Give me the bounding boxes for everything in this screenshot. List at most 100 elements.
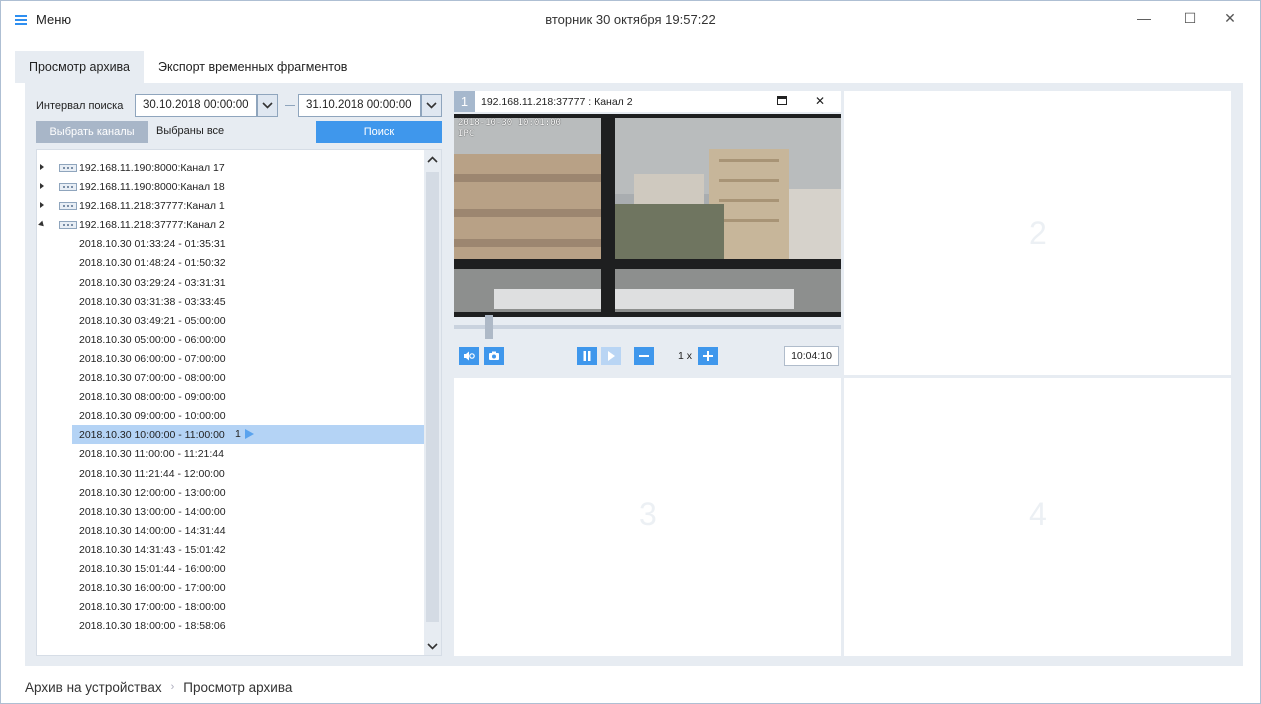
speaker-mute-icon [464, 351, 475, 361]
snapshot-button[interactable] [484, 347, 504, 365]
playback-timeline[interactable] [454, 315, 841, 339]
channel-label: 192.168.11.190:8000:Канал 18 [79, 181, 225, 194]
record-label: 2018.10.30 18:00:00 - 18:58:06 [79, 620, 226, 633]
scroll-up-button[interactable] [426, 152, 439, 166]
pause-button[interactable] [577, 347, 597, 365]
video-cell-1[interactable]: 1 192.168.11.218:37777 : Канал 2 ✕ 2018-… [454, 91, 841, 375]
clock-text: вторник 30 октября 19:57:22 [545, 12, 716, 27]
maximize-camera-icon[interactable] [777, 96, 787, 105]
record-label: 2018.10.30 14:31:43 - 15:01:42 [79, 543, 226, 556]
tree-record[interactable]: 2018.10.30 11:00:00 - 11:21:44 [37, 444, 425, 463]
tree-record[interactable]: 2018.10.30 03:31:38 - 03:33:45 [37, 292, 425, 311]
record-label: 2018.10.30 11:21:44 - 12:00:00 [79, 467, 225, 480]
playback-controls: 1 x 10:04:10 [454, 341, 841, 371]
tab-export-fragments[interactable]: Экспорт временных фрагментов [144, 51, 361, 83]
tree-record[interactable]: 2018.10.30 06:00:00 - 07:00:00 [37, 349, 425, 368]
playing-marker: 1 [235, 428, 254, 440]
cell-number: 2 [1029, 215, 1047, 251]
archive-tree: 192.168.11.190:8000:Канал 17 192.168.11.1… [36, 149, 442, 656]
search-button[interactable]: Поиск [316, 121, 442, 143]
date-from-field[interactable]: 30.10.2018 00:00:00 [135, 94, 257, 117]
minus-icon [639, 355, 649, 357]
select-channels-button[interactable]: Выбрать каналы [36, 121, 148, 143]
channel-icon [59, 183, 77, 192]
tab-content: Интервал поиска 30.10.2018 00:00:00 31.1… [25, 83, 1243, 666]
tree-record[interactable]: 2018.10.30 16:00:00 - 17:00:00 [37, 578, 425, 597]
tree-channel[interactable]: 192.168.11.218:37777:Канал 2 [37, 215, 425, 234]
expand-arrow-icon[interactable] [40, 183, 44, 190]
tree-record[interactable]: 2018.10.30 17:00:00 - 18:00:00 [37, 597, 425, 616]
video-cell-3[interactable]: 3 [454, 378, 841, 656]
chevron-down-icon [426, 102, 437, 109]
plus-icon [703, 351, 713, 361]
tree-record[interactable]: 2018.10.30 01:48:24 - 01:50:32 [37, 253, 425, 272]
channels-row: Выбрать каналы Выбраны все Поиск [36, 121, 442, 143]
tree-rows: 192.168.11.190:8000:Канал 17 192.168.11.1… [37, 158, 425, 635]
date-to-field[interactable]: 31.10.2018 00:00:00 [298, 94, 421, 117]
tree-channel[interactable]: 192.168.11.218:37777:Канал 1 [37, 196, 425, 215]
record-label: 2018.10.30 15:01:44 - 16:00:00 [79, 562, 226, 575]
minimize-button[interactable]: — [1126, 7, 1162, 29]
record-label: 2018.10.30 03:49:21 - 05:00:00 [79, 314, 226, 327]
selected-channels-label: Выбраны все [156, 125, 225, 137]
tree-record[interactable]: 2018.10.30 12:00:00 - 13:00:00 [37, 483, 425, 502]
tree-channel[interactable]: 192.168.11.190:8000:Канал 18 [37, 177, 425, 196]
mute-button[interactable] [459, 347, 479, 365]
tree-record[interactable]: 2018.10.30 11:21:44 - 12:00:00 [37, 464, 425, 483]
close-camera-icon[interactable]: ✕ [815, 94, 825, 108]
tree-record[interactable]: 2018.10.30 15:01:44 - 16:00:00 [37, 559, 425, 578]
range-dash [285, 105, 295, 106]
menu-label: Меню [36, 12, 72, 27]
expand-arrow-icon[interactable] [40, 164, 44, 170]
tree-record[interactable]: 2018.10.30 14:31:43 - 15:01:42 [37, 540, 425, 559]
playback-time[interactable]: 10:04:10 [784, 346, 839, 366]
tab-archive-view[interactable]: Просмотр архива [15, 51, 145, 83]
scroll-thumb[interactable] [426, 172, 439, 622]
play-button[interactable] [601, 347, 621, 365]
hamburger-icon [15, 14, 27, 25]
osd-timestamp: 2018-10-30 10:01:00 [458, 118, 561, 128]
date-to-dropdown[interactable] [421, 94, 442, 117]
tree-record[interactable]: 2018.10.30 08:00:00 - 09:00:00 [37, 387, 425, 406]
tree-record-selected[interactable]: 2018.10.30 10:00:00 - 11:00:00 1 [72, 425, 425, 445]
tree-record[interactable]: 2018.10.30 05:00:00 - 06:00:00 [37, 330, 425, 349]
breadcrumb-device-archive[interactable]: Архив на устройствах [25, 680, 162, 695]
tree-record[interactable]: 2018.10.30 03:29:24 - 03:31:31 [37, 273, 425, 292]
close-window-button[interactable]: ✕ [1212, 7, 1248, 29]
play-triangle-icon [244, 429, 254, 440]
record-label: 2018.10.30 01:48:24 - 01:50:32 [79, 257, 226, 270]
menu-button[interactable]: Меню [15, 12, 71, 27]
tree-record[interactable]: 2018.10.30 14:00:00 - 14:31:44 [37, 521, 425, 540]
chevron-down-icon [427, 642, 438, 650]
tree-record[interactable]: 2018.10.30 18:00:00 - 18:58:06 [37, 616, 425, 635]
date-from-dropdown[interactable] [257, 94, 278, 117]
cell-number: 3 [639, 496, 657, 532]
video-cell-2[interactable]: 2 [844, 91, 1231, 375]
tree-record[interactable]: 2018.10.30 01:33:24 - 01:35:31 [37, 234, 425, 253]
record-label: 2018.10.30 05:00:00 - 06:00:00 [79, 333, 226, 346]
camera-header: 1 192.168.11.218:37777 : Канал 2 ✕ [454, 91, 841, 112]
collapse-arrow-icon[interactable] [38, 220, 46, 229]
scroll-down-button[interactable] [426, 639, 439, 653]
tree-record[interactable]: 2018.10.30 09:00:00 - 10:00:00 [37, 406, 425, 425]
interval-label: Интервал поиска [36, 100, 124, 112]
channel-label: 192.168.11.218:37777:Канал 1 [79, 200, 225, 213]
speed-down-button[interactable] [634, 347, 654, 365]
tree-record[interactable]: 2018.10.30 07:00:00 - 08:00:00 [37, 368, 425, 387]
timeline-handle[interactable] [485, 315, 493, 339]
channel-label: 192.168.11.218:37777:Канал 2 [79, 219, 225, 232]
tree-channel[interactable]: 192.168.11.190:8000:Канал 17 [37, 158, 425, 177]
video-frame[interactable]: 2018-10-30 10:01:00 IPC [454, 114, 841, 317]
maximize-button[interactable]: ☐ [1172, 7, 1208, 29]
video-cell-4[interactable]: 4 [844, 378, 1231, 656]
play-icon [608, 351, 615, 361]
tree-scrollbar[interactable] [424, 150, 441, 655]
cell-number: 4 [1029, 496, 1047, 532]
expand-arrow-icon[interactable] [40, 202, 44, 209]
speed-up-button[interactable] [698, 347, 718, 365]
tree-record[interactable]: 2018.10.30 03:49:21 - 05:00:00 [37, 311, 425, 330]
record-label: 2018.10.30 11:00:00 - 11:21:44 [79, 448, 224, 461]
channel-icon [59, 164, 77, 172]
tree-record[interactable]: 2018.10.30 13:00:00 - 14:00:00 [37, 502, 425, 521]
record-label: 2018.10.30 09:00:00 - 10:00:00 [79, 410, 226, 423]
